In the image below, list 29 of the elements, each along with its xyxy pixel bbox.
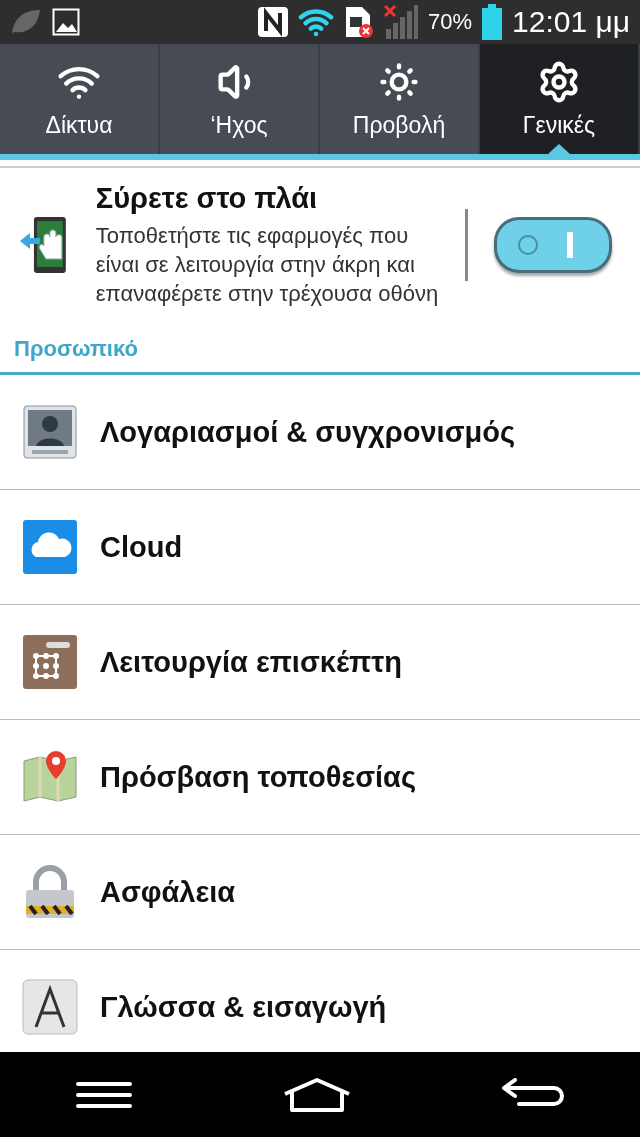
cloud-icon bbox=[22, 519, 78, 575]
settings-item[interactable]: Cloud bbox=[0, 490, 640, 605]
settings-item[interactable]: Ασφάλεια bbox=[0, 835, 640, 950]
setting-title: Σύρετε στο πλάι bbox=[95, 182, 319, 215]
leaf-icon bbox=[10, 8, 42, 36]
clock: 12:01 μμ bbox=[512, 5, 630, 39]
toggle-switch[interactable] bbox=[494, 217, 612, 273]
map-pin-icon bbox=[22, 749, 78, 805]
menu-icon[interactable] bbox=[74, 1080, 133, 1109]
battery-percent: 70% bbox=[427, 9, 472, 35]
on-bar-icon bbox=[567, 232, 574, 258]
section-header: Προσωπικό bbox=[13, 335, 139, 363]
key-icon bbox=[22, 979, 78, 1035]
nfc-icon bbox=[257, 7, 288, 37]
contact-card-icon bbox=[22, 404, 78, 460]
battery-icon bbox=[482, 4, 502, 40]
settings-tab[interactable]: Γενικές bbox=[480, 44, 640, 154]
off-circle-icon bbox=[517, 234, 540, 256]
home-icon[interactable] bbox=[282, 1077, 352, 1112]
settings-item[interactable]: Πρόσβαση τοποθεσίας bbox=[0, 720, 640, 835]
sim-card-icon bbox=[343, 5, 374, 39]
signal-icon bbox=[383, 5, 418, 39]
settings-item[interactable]: Λογαριασμοί & συγχρονισμός bbox=[0, 375, 640, 490]
image-icon bbox=[52, 8, 80, 36]
setting-description: Τοποθετήστε τις εφαρμογές που είναι σε λειτουργία στην άκρη και επαναφέρετε στην τρέχουσα οθόνη bbox=[95, 222, 440, 308]
settings-item[interactable]: Λειτουργία επισκέπτη bbox=[0, 605, 640, 720]
settings-icon bbox=[537, 59, 581, 104]
door-pattern-icon bbox=[22, 634, 78, 690]
selection-pointer bbox=[548, 144, 570, 154]
